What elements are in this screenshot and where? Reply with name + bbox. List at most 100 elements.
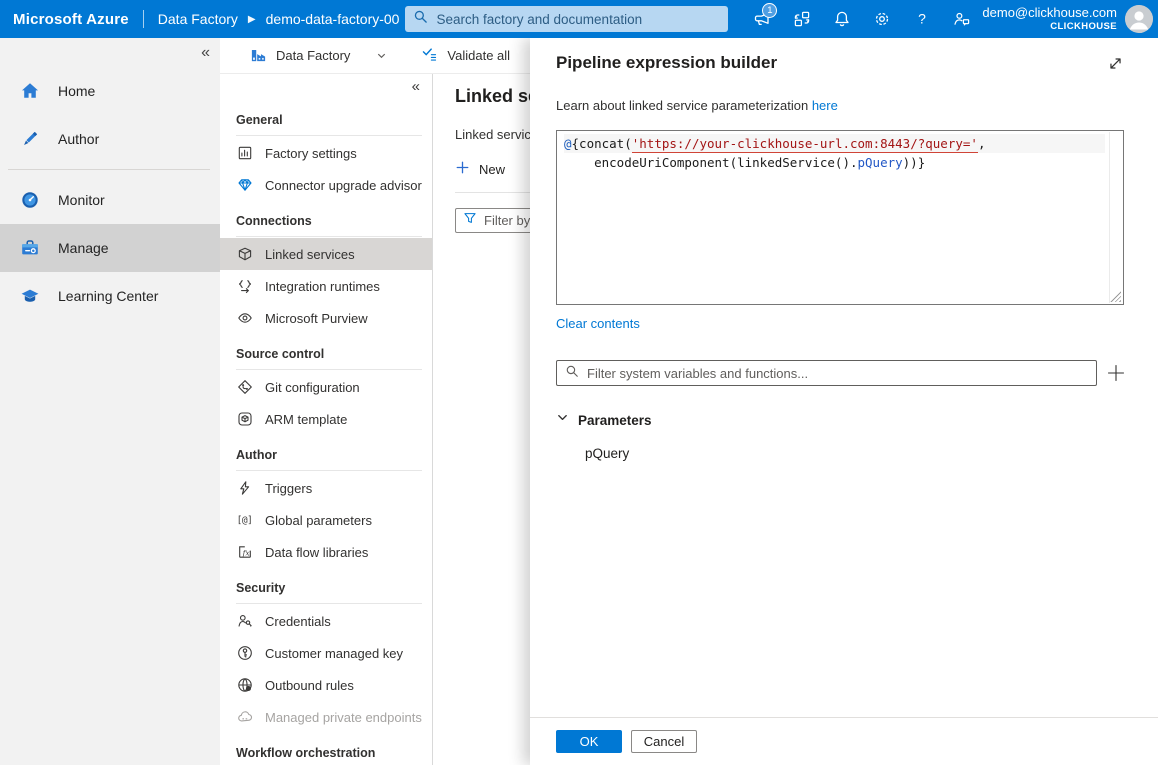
sidebar-item-managed-private-endpoints: Managed private endpoints xyxy=(220,701,432,733)
new-button-label: New xyxy=(479,162,505,177)
arm-template-icon xyxy=(236,411,253,427)
validate-all-icon xyxy=(421,45,438,67)
announcements-icon[interactable]: 1 xyxy=(742,0,782,38)
sidebar-item-label: Customer managed key xyxy=(265,646,403,661)
leftnav-item-label: Author xyxy=(58,131,99,147)
breadcrumb-product[interactable]: Data Factory xyxy=(158,11,238,27)
filter-funnel-icon xyxy=(463,211,477,230)
leftnav-item-monitor[interactable]: Monitor xyxy=(0,176,220,224)
notifications-icon[interactable] xyxy=(822,0,862,38)
leftnav-item-manage[interactable]: Manage xyxy=(0,224,220,272)
new-linked-service-button[interactable]: New xyxy=(455,160,505,178)
sidebar-item-label: Outbound rules xyxy=(265,678,354,693)
leftnav-item-learning-center[interactable]: Learning Center xyxy=(0,272,220,320)
account-info[interactable]: demo@clickhouse.com CLICKHOUSE xyxy=(982,5,1125,33)
leftnav-item-home[interactable]: Home xyxy=(0,67,220,115)
leftnav-item-label: Manage xyxy=(58,240,109,256)
cancel-button[interactable]: Cancel xyxy=(631,730,697,753)
sidebar-item-label: Git configuration xyxy=(265,380,360,395)
chevron-down-icon xyxy=(556,411,569,429)
leftnav-items: Home Author Monitor Manage Learning Center xyxy=(0,38,220,320)
sidebar-item-outbound-rules[interactable]: Outbound rules xyxy=(220,669,432,701)
panel-footer: OK Cancel xyxy=(530,717,1158,765)
search-icon xyxy=(565,364,579,383)
microsoft-purview-icon xyxy=(236,310,253,326)
managed-private-endpoints-icon xyxy=(236,709,253,725)
factory-toolbar-label: Data Factory xyxy=(276,48,350,63)
sidebar-section-divider xyxy=(236,470,422,471)
sidebar-section-connections: ConnectionsLinked servicesIntegration ru… xyxy=(220,213,432,334)
feedback-icon[interactable] xyxy=(942,0,982,38)
topbar-divider xyxy=(143,10,144,28)
sidebar-item-git-configuration[interactable]: Git configuration xyxy=(220,371,432,403)
panel-title: Pipeline expression builder xyxy=(556,53,777,73)
settings-icon[interactable] xyxy=(862,0,902,38)
account-org: CLICKHOUSE xyxy=(982,21,1117,33)
sidebar-section-title: Author xyxy=(220,447,432,464)
expression-editor[interactable]: @{concat('https://your-clickhouse-url.co… xyxy=(556,130,1124,305)
parameters-accordion[interactable]: Parameters xyxy=(556,411,1124,429)
sidebar-section-title: General xyxy=(220,112,432,129)
account-email: demo@clickhouse.com xyxy=(982,5,1117,21)
validate-all-button[interactable]: Validate all xyxy=(421,45,510,67)
switch-directory-icon[interactable] xyxy=(782,0,822,38)
data-factory-logo-icon xyxy=(250,47,267,64)
leftnav-collapse-icon[interactable]: « xyxy=(201,44,210,62)
triggers-icon xyxy=(236,480,253,496)
azure-brand[interactable]: Microsoft Azure xyxy=(0,11,129,28)
home-icon xyxy=(19,81,41,101)
sidebar-item-label: Managed private endpoints xyxy=(265,710,422,725)
sidebar-item-arm-template[interactable]: ARM template xyxy=(220,403,432,435)
expand-panel-icon[interactable] xyxy=(1107,55,1124,77)
help-icon[interactable]: ? xyxy=(902,0,942,38)
clear-contents-link[interactable]: Clear contents xyxy=(556,316,640,331)
functions-filter[interactable] xyxy=(556,360,1097,386)
parameter-item-pquery[interactable]: pQuery xyxy=(556,446,1124,461)
sidebar-section-source-control: Source control Git configuration ARM templ… xyxy=(220,346,432,435)
sidebar-item-factory-settings[interactable]: Factory settings xyxy=(220,137,432,169)
sidebar-item-label: Factory settings xyxy=(265,146,357,161)
add-parameter-button[interactable] xyxy=(1106,362,1126,384)
editor-resize-handle[interactable] xyxy=(1110,291,1121,302)
ok-button[interactable]: OK xyxy=(556,730,622,753)
sidebar-section-divider xyxy=(236,369,422,370)
sidebar-item-connector-upgrade-advisor[interactable]: Connector upgrade advisor xyxy=(220,169,432,201)
search-icon xyxy=(413,9,428,29)
global-search-input[interactable] xyxy=(436,12,720,27)
breadcrumb-factory-name[interactable]: demo-data-factory-00 xyxy=(266,11,400,27)
avatar[interactable] xyxy=(1125,5,1153,33)
sidebar-item-triggers[interactable]: Triggers xyxy=(220,472,432,504)
sidebar-item-microsoft-purview[interactable]: Microsoft Purview xyxy=(220,302,432,334)
factory-settings-icon xyxy=(236,145,253,161)
functions-filter-input[interactable] xyxy=(587,366,1088,381)
sidebar-item-global-parameters[interactable]: [@]Global parameters xyxy=(220,504,432,536)
sidebar-collapse-icon[interactable]: « xyxy=(220,78,432,100)
global-search[interactable] xyxy=(405,6,728,32)
sidebar-section-title: Source control xyxy=(220,346,432,363)
sidebar-item-label: Data flow libraries xyxy=(265,545,368,560)
learning-center-icon xyxy=(19,286,41,306)
global-parameters-icon: [@] xyxy=(236,515,253,526)
svg-text:fx: fx xyxy=(241,549,250,558)
sidebar-item-credentials[interactable]: Credentials xyxy=(220,605,432,637)
sidebar-item-integration-runtimes[interactable]: Integration runtimes xyxy=(220,270,432,302)
author-icon xyxy=(19,129,41,149)
sidebar-section-security: Security Credentials Customer managed key O… xyxy=(220,580,432,733)
code-line: @{concat('https://your-clickhouse-url.co… xyxy=(564,134,1105,153)
factory-chevron-down-icon[interactable] xyxy=(376,50,387,61)
monitor-icon xyxy=(19,190,41,210)
sidebar-section-title: Security xyxy=(220,580,432,597)
topbar-icons: 1? xyxy=(742,0,982,38)
integration-runtimes-icon xyxy=(236,278,253,294)
leftnav-item-label: Learning Center xyxy=(58,288,158,304)
credentials-icon xyxy=(236,613,253,629)
learn-here-link[interactable]: here xyxy=(812,98,838,113)
leftnav-item-author[interactable]: Author xyxy=(0,115,220,163)
sidebar-item-linked-services[interactable]: Linked services xyxy=(220,238,432,270)
customer-managed-key-icon xyxy=(236,645,253,661)
sidebar-item-data-flow-libraries[interactable]: fx Data flow libraries xyxy=(220,536,432,568)
leftnav-item-label: Monitor xyxy=(58,192,105,208)
git-configuration-icon xyxy=(236,379,253,395)
sidebar-item-customer-managed-key[interactable]: Customer managed key xyxy=(220,637,432,669)
sidebar-section-general: General Factory settings Connector upgrade… xyxy=(220,112,432,201)
